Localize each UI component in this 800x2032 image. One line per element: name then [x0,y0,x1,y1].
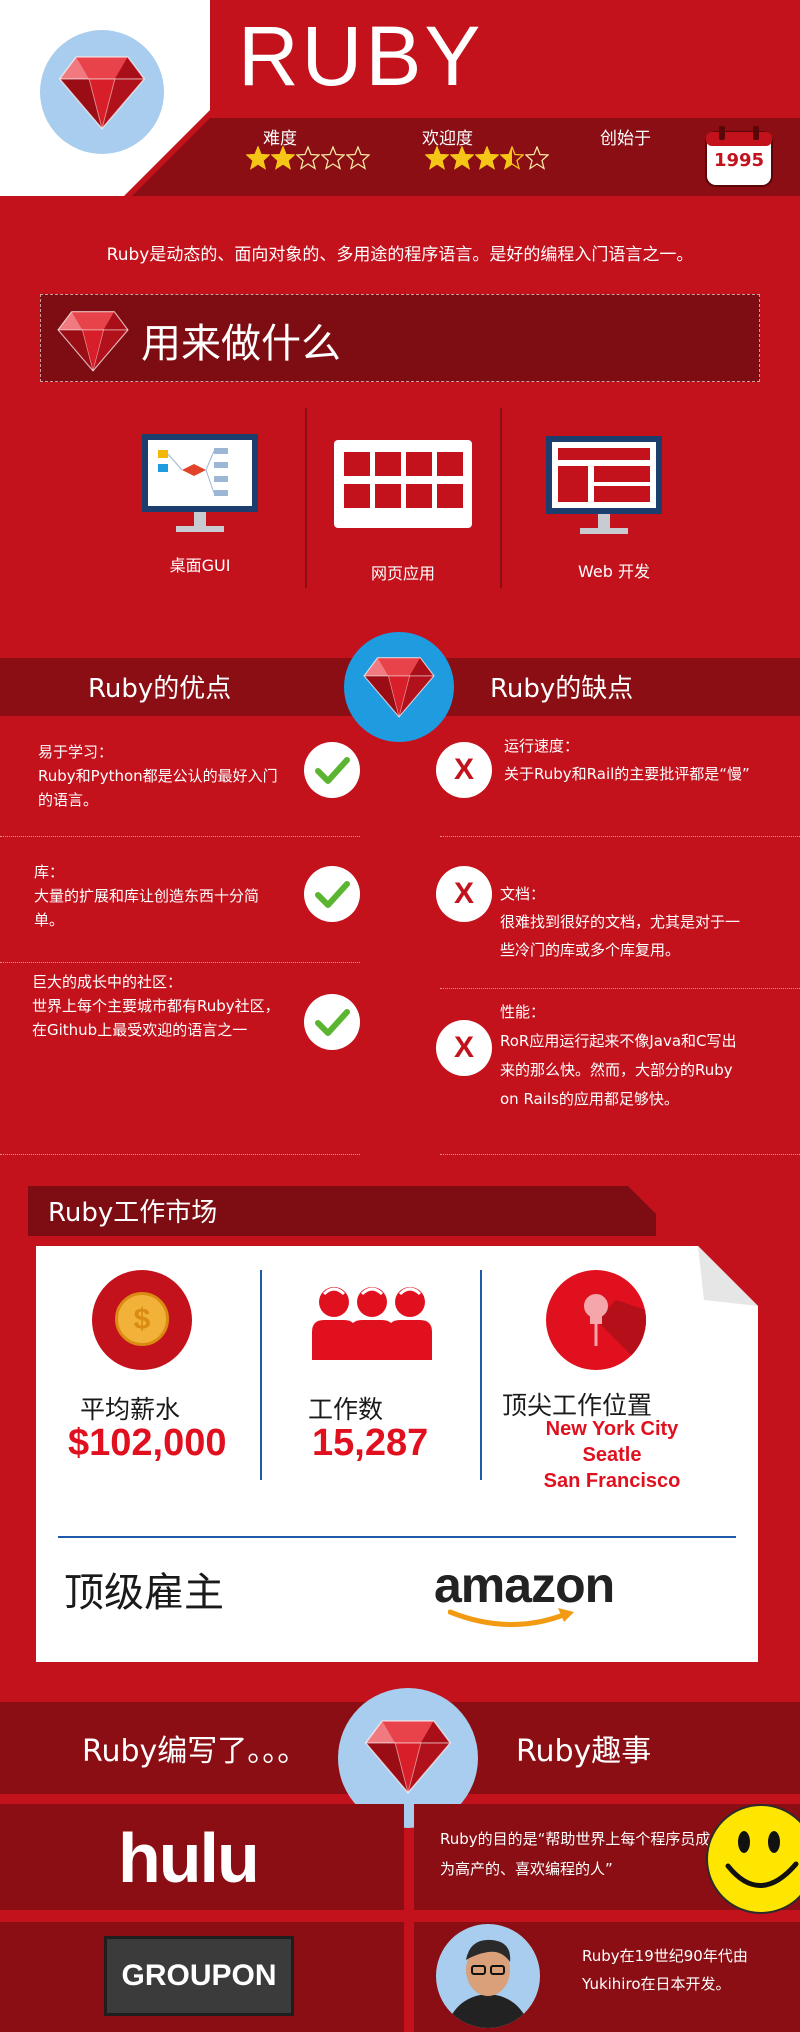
star-filled-icon [474,145,500,170]
hulu-panel: hulu [0,1804,404,1910]
uses-divider [305,408,307,588]
cross-icon: X [436,866,492,922]
salary-label: 平均薪水 [80,1395,181,1424]
jobs-heading: Ruby工作市场 [48,1198,218,1228]
star-empty-icon [345,145,371,170]
calendar-icon: 1995 [704,124,774,188]
con-title: 文档： [500,885,546,903]
con-body: 关于Ruby和Rail的主要批评都是“慢” [504,765,750,783]
divider [0,962,360,963]
fun-title: Ruby趣事 [516,1734,652,1769]
fun-fact: Ruby在19世纪90年代由Yukihiro在日本开发。 [582,1947,748,1993]
use-label-webapp: 网页应用 [370,564,435,583]
con-item: 运行速度： 关于Ruby和Rail的主要批评都是“慢” [504,732,754,788]
ruby-gem-icon [361,647,437,723]
star-empty-icon [320,145,346,170]
star-half-icon [499,145,525,170]
divider [0,836,360,837]
jobs-divider [480,1270,482,1480]
web-dev-monitor-icon [544,434,664,538]
jobs-divider [260,1270,262,1480]
infographic-page: { "header": { "title": "RUBY", "difficul… [0,0,800,2032]
use-label-webdev: Web 开发 [578,562,650,581]
con-title: 运行速度： [504,737,580,755]
difficulty-rating [245,145,371,174]
star-filled-icon [245,145,271,170]
founded-year: 1995 [713,150,765,171]
con-item: 文档： 很难找到很好的文档，尤其是对于一些冷门的库或多个库复用。 [500,880,750,964]
people-icon [310,1280,434,1362]
con-body: RoR应用运行起来不像Java和C写出来的那么快。然而，大部分的Ruby on … [500,1032,737,1108]
cross-icon: X [436,742,492,798]
ruby-gem-icon [55,301,131,377]
pro-title: 库： [34,863,65,881]
pro-body: 世界上每个主要城市都有Ruby社区，在Github上最受欢迎的语言之一 [32,997,280,1039]
pros-title: Ruby的优点 [88,674,232,704]
groupon-logo: GROUPON [104,1936,294,2016]
location: Seatle [582,1444,642,1466]
star-filled-icon [449,145,475,170]
groupon-panel: GROUPON [0,1922,404,2032]
star-filled-icon [424,145,450,170]
map-pin-icon [546,1270,646,1370]
con-item: 性能： RoR应用运行起来不像Java和C写出来的那么快。然而，大部分的Ruby… [500,998,750,1114]
pros-cons-logo-circle [344,632,454,742]
jobs-hr [58,1536,736,1538]
top-locations-list: New York City Seatle San Francisco [512,1416,712,1494]
cross-icon: X [436,1020,492,1076]
divider [0,1154,360,1155]
header: RUBY 难度 欢迎度 创始于 1995 [0,0,800,196]
page-curl-corner [698,1246,758,1306]
popularity-rating [424,145,550,174]
web-app-grid-icon [334,440,472,528]
job-count-value: 15,287 [312,1422,429,1464]
founded-label: 创始于 [600,129,651,149]
pro-title: 巨大的成长中的社区： [32,973,183,991]
divider [440,988,800,989]
jobs-card: $ 平均薪水 $102,000 工作数 15,287 顶尖工作位置 New Yo… [36,1246,758,1662]
use-label-desktop: 桌面GUI [169,556,231,575]
hulu-logo: hulu [118,1819,260,1897]
salary-coin-icon: $ [92,1270,192,1370]
salary-value: $102,000 [68,1422,227,1464]
pro-body: Ruby和Python都是公认的最好入门的语言。 [38,767,278,809]
page-title: RUBY [238,9,484,103]
check-icon [304,866,360,922]
uses-heading: 用来做什么 [141,321,341,367]
ruby-gem-icon [56,44,148,136]
header-logo-circle [40,30,164,154]
con-body: 很难找到很好的文档，尤其是对于一些冷门的库或多个库复用。 [500,913,741,959]
amazon-logo: amazon [434,1556,634,1627]
pro-body: 大量的扩展和库让创造东西十分简单。 [34,887,260,929]
divider [440,836,800,837]
location: New York City [545,1418,679,1440]
fun-fact: Ruby的目的是“帮助世界上每个程序员成为高产的、喜欢编程的人” [440,1830,711,1878]
employer-label: 顶级雇主 [64,1570,224,1616]
written-title: Ruby编写了。。。 [82,1734,308,1769]
pro-item: 库： 大量的扩展和库让创造东西十分简单。 [34,860,284,932]
check-icon [304,742,360,798]
desktop-gui-icon [138,432,262,536]
star-empty-icon [295,145,321,170]
star-empty-icon [524,145,550,170]
cons-title: Ruby的缺点 [490,674,634,704]
location: San Francisco [543,1470,681,1492]
check-icon [304,994,360,1050]
pro-item: 易于学习： Ruby和Python都是公认的最好入门的语言。 [38,740,288,812]
ruby-gem-icon [362,1708,454,1800]
star-filled-icon [270,145,296,170]
pro-title: 易于学习： [38,743,114,761]
uses-banner: 用来做什么 [40,294,760,382]
con-title: 性能： [500,1003,546,1021]
divider [440,1154,800,1155]
smiley-icon [706,1804,800,1914]
fact-panel: Ruby在19世纪90年代由Yukihiro在日本开发。 [414,1922,800,2032]
job-count-label: 工作数 [308,1395,384,1424]
intro-text: Ruby是动态的、面向对象的、多用途的程序语言。是好的编程入门语言之一。 [106,245,694,265]
founder-avatar [436,1924,540,2028]
pro-item: 巨大的成长中的社区： 世界上每个主要城市都有Ruby社区，在Github上最受欢… [32,970,292,1042]
uses-divider [500,408,502,588]
